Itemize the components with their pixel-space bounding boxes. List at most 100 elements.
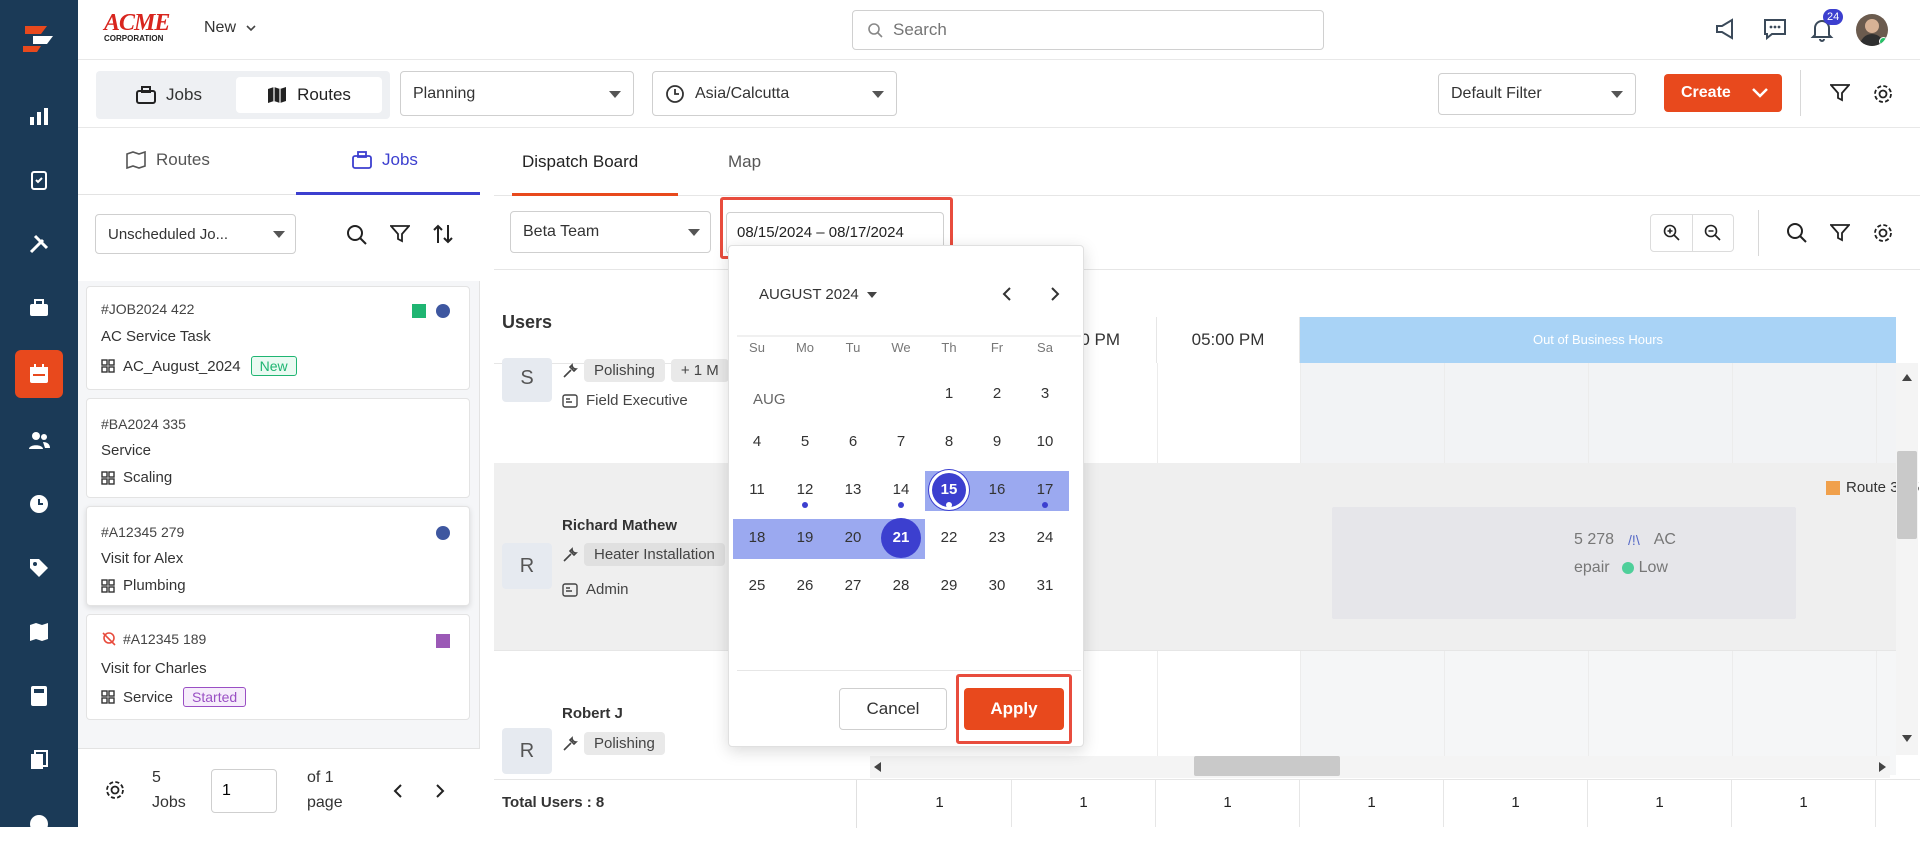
calendar-day[interactable]: 26 [785,566,825,606]
new-menu[interactable]: New [204,19,256,37]
settings-gear-icon[interactable] [104,779,126,801]
horizontal-scroll-thumb[interactable] [1194,756,1340,776]
calendar-day[interactable]: 7 [881,422,921,462]
calendar-day[interactable]: 10 [1025,422,1065,462]
calendar-day[interactable]: 22 [929,518,969,558]
vertical-scrollbar[interactable] [1896,363,1918,755]
view-select[interactable]: Planning [400,71,634,116]
create-button[interactable]: Create [1664,74,1782,112]
scroll-right-icon[interactable] [1878,762,1886,772]
global-search[interactable] [852,10,1324,50]
calendar-day[interactable]: 29 [929,566,969,606]
calendar-day[interactable]: 20 [833,518,873,558]
team-select[interactable]: Beta Team [510,211,711,253]
tools-icon[interactable] [19,224,59,264]
users-icon[interactable] [19,420,59,460]
search-icon [868,23,883,38]
zoom-in-icon[interactable] [1651,215,1693,251]
job-card[interactable]: #A12345 279 Visit for Alex Plumbing [86,506,470,606]
routes-toggle-button[interactable]: Routes [236,77,382,113]
month-year-selector[interactable]: AUGUST 2024 [759,286,877,303]
clock-icon[interactable] [19,484,59,524]
calendar-day[interactable]: 28 [881,566,921,606]
settings-gear-icon[interactable] [1872,83,1894,105]
calendar-day[interactable]: 1 [929,374,969,414]
calendar-day[interactable]: 6 [833,422,873,462]
calendar-day[interactable]: 4 [737,422,777,462]
logo-icon[interactable] [19,16,59,56]
calendar-day[interactable]: 19 [785,518,825,558]
apply-button[interactable]: Apply [964,688,1064,730]
calendar-day[interactable]: 14 [881,470,921,510]
filter-icon[interactable] [390,225,410,243]
calendar-day[interactable]: 2 [977,374,1017,414]
tab-dispatch-board[interactable]: Dispatch Board [522,152,638,172]
calendar-day[interactable]: 12 [785,470,825,510]
calendar-day[interactable]: 30 [977,566,1017,606]
calendar-day[interactable]: 13 [833,470,873,510]
search-input[interactable] [893,20,1293,40]
calendar-day[interactable]: 15 [929,470,969,510]
calendar-day[interactable]: 3 [1025,374,1065,414]
pie-icon[interactable] [19,804,59,844]
calendar-day[interactable]: 9 [977,422,1017,462]
job-list-filter-select[interactable]: Unscheduled Jo... [95,214,296,254]
search-icon[interactable] [1786,222,1808,244]
next-month-icon[interactable] [1049,286,1061,302]
search-icon[interactable] [346,224,368,246]
job-card[interactable]: #JOB2024 422 AC Service Task AC_August_2… [86,286,470,390]
next-page-icon[interactable] [434,783,446,799]
chart-icon[interactable] [19,96,59,136]
calendar-day[interactable]: 18 [737,518,777,558]
sort-icon[interactable] [432,223,454,245]
calendar-day[interactable]: 11 [737,470,777,510]
files-icon[interactable] [19,740,59,780]
map-icon [126,151,146,169]
scroll-down-icon[interactable] [1902,735,1912,743]
previous-page-icon[interactable] [392,783,404,799]
briefcase-icon[interactable] [19,288,59,328]
tab-map[interactable]: Map [728,152,761,172]
scheduled-job-block[interactable]: 5 278 /!\ AC epair Low [1332,507,1796,619]
previous-month-icon[interactable] [1001,286,1013,302]
left-panel-tabs: Routes Jobs [78,128,480,195]
calendar-day[interactable]: 21 [881,518,921,558]
chat-icon[interactable] [1762,17,1788,41]
filter-icon[interactable] [1830,224,1850,242]
zoom-out-icon[interactable] [1693,215,1733,251]
scroll-up-icon[interactable] [1902,373,1912,381]
calendar-day[interactable]: 31 [1025,566,1065,606]
calendar-day[interactable]: 25 [737,566,777,606]
clipboard-icon[interactable] [19,160,59,200]
cancel-button[interactable]: Cancel [839,688,947,730]
user-avatar: S [502,358,552,402]
page-number-input[interactable] [211,769,277,813]
calendar-day[interactable]: 8 [929,422,969,462]
tab-routes[interactable]: Routes [126,150,210,170]
scroll-left-icon[interactable] [874,762,882,772]
filter-icon[interactable] [1830,84,1850,102]
settings-gear-icon[interactable] [1872,222,1894,244]
tag-icon[interactable] [19,548,59,588]
job-card[interactable]: #A12345 189 Visit for Charles Service St… [86,614,470,720]
company-logo[interactable]: ACME CORPORATION [104,11,170,43]
calendar-day[interactable]: 27 [833,566,873,606]
saved-filter-select[interactable]: Default Filter [1438,73,1636,115]
calendar-icon[interactable] [15,350,63,398]
calendar-day[interactable]: 24 [1025,518,1065,558]
vertical-scroll-thumb[interactable] [1897,451,1917,539]
avatar[interactable] [1856,14,1888,46]
calculator-icon[interactable] [19,676,59,716]
calendar-day[interactable]: 16 [977,470,1017,510]
map-icon[interactable] [19,612,59,652]
jobs-toggle-button[interactable]: Jobs [104,77,234,113]
horizontal-scrollbar[interactable] [870,756,1890,778]
megaphone-icon[interactable] [1714,17,1740,41]
timezone-select[interactable]: Asia/Calcutta [652,71,897,116]
calendar-day[interactable]: 5 [785,422,825,462]
calendar-day[interactable]: 23 [977,518,1017,558]
calendar-day[interactable]: 17 [1025,470,1065,510]
tab-jobs[interactable]: Jobs [352,150,418,170]
job-card[interactable]: #BA2024 335 Service Scaling [86,398,470,498]
route-block[interactable]: Route 3 55 [1332,477,1919,501]
